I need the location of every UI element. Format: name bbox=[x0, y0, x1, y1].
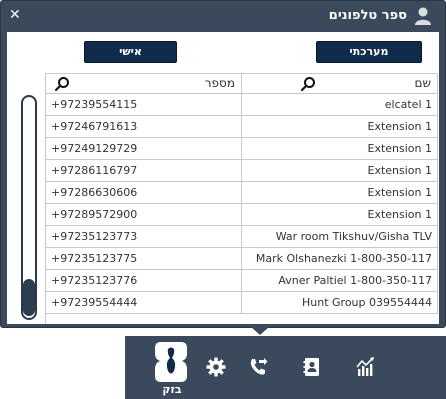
scrollbar-thumb[interactable] bbox=[23, 279, 35, 316]
phone-cell: +97286630606 bbox=[46, 182, 242, 204]
user-icon bbox=[415, 7, 431, 25]
settings-icon[interactable] bbox=[205, 356, 227, 378]
personal-button[interactable]: אישי bbox=[84, 41, 177, 63]
logo-label: בזק bbox=[162, 383, 182, 396]
search-icon[interactable] bbox=[300, 76, 316, 92]
table-row[interactable]: +97235123775 Mark Olshanezki 1-800-350-1… bbox=[46, 248, 438, 270]
phonebook-icon[interactable] bbox=[301, 356, 323, 378]
table-header: מספר שם bbox=[46, 74, 438, 94]
table-row[interactable]: +97239554115 elcatel 1 bbox=[46, 94, 438, 116]
name-cell: Avner Paltiel 1-800-350-117 bbox=[242, 270, 438, 292]
table-row[interactable]: +97239554444 Hunt Group 039554444 bbox=[46, 292, 438, 314]
title-bar: ✕ ספר טלפונים bbox=[1, 1, 445, 32]
name-cell: elcatel 1 bbox=[242, 94, 438, 116]
system-button[interactable]: מערכתי bbox=[316, 41, 422, 63]
table-body: +97239554115 elcatel 1 +97246791613 Exte… bbox=[46, 94, 438, 314]
bottom-toolbar: בזק bbox=[125, 336, 446, 399]
call-forward-icon[interactable] bbox=[247, 356, 269, 378]
table-row[interactable]: +97286630606 Extension 1 bbox=[46, 182, 438, 204]
phone-cell: +97249129729 bbox=[46, 138, 242, 160]
name-cell: War room Tikshuv/Gisha TLV bbox=[242, 226, 438, 248]
name-cell: Mark Olshanezki 1-800-350-117 bbox=[242, 248, 438, 270]
phonebook-popup: ✕ ספר טלפונים אישי מערכתי מספר שם +97239… bbox=[0, 0, 446, 328]
phone-cell: +97235123776 bbox=[46, 270, 242, 292]
phone-cell: +97239554444 bbox=[46, 292, 242, 314]
name-cell: Extension 1 bbox=[242, 182, 438, 204]
table-row[interactable]: +97286116797 Extension 1 bbox=[46, 160, 438, 182]
name-cell: Extension 1 bbox=[242, 204, 438, 226]
table-row[interactable]: +97235123776 Avner Paltiel 1-800-350-117 bbox=[46, 270, 438, 292]
bezeq-logo-icon[interactable] bbox=[153, 340, 189, 384]
phone-cell: +97286116797 bbox=[46, 160, 242, 182]
phone-cell: +97239554115 bbox=[46, 94, 242, 116]
name-cell: Extension 1 bbox=[242, 138, 438, 160]
phone-cell: +97235123773 bbox=[46, 226, 242, 248]
popup-caret bbox=[251, 327, 269, 335]
name-column-label: שם bbox=[414, 76, 431, 90]
phonebook-content: אישי מערכתי מספר שם +97239554115 elcatel… bbox=[7, 32, 439, 324]
phone-cell: +97246791613 bbox=[46, 116, 242, 138]
phone-column-label: מספר bbox=[204, 76, 235, 90]
name-cell: Extension 1 bbox=[242, 160, 438, 182]
phone-cell: +97235123775 bbox=[46, 248, 242, 270]
table-row[interactable]: +97249129729 Extension 1 bbox=[46, 138, 438, 160]
window-title: ספר טלפונים bbox=[328, 8, 407, 23]
phone-column-header: מספר bbox=[46, 74, 242, 94]
scrollbar-track[interactable] bbox=[21, 95, 37, 320]
table-row[interactable]: +97289572900 Extension 1 bbox=[46, 204, 438, 226]
statistics-icon[interactable] bbox=[355, 356, 377, 378]
name-column-header: שם bbox=[242, 74, 438, 94]
phone-cell: +97289572900 bbox=[46, 204, 242, 226]
name-cell: Hunt Group 039554444 bbox=[242, 292, 438, 314]
search-icon[interactable] bbox=[54, 76, 70, 92]
table-row[interactable]: +97246791613 Extension 1 bbox=[46, 116, 438, 138]
table-row[interactable]: +97235123773 War room Tikshuv/Gisha TLV bbox=[46, 226, 438, 248]
contacts-table: מספר שם +97239554115 elcatel 1 +97246791… bbox=[45, 73, 438, 324]
name-cell: Extension 1 bbox=[242, 116, 438, 138]
close-button[interactable]: ✕ bbox=[9, 6, 25, 24]
